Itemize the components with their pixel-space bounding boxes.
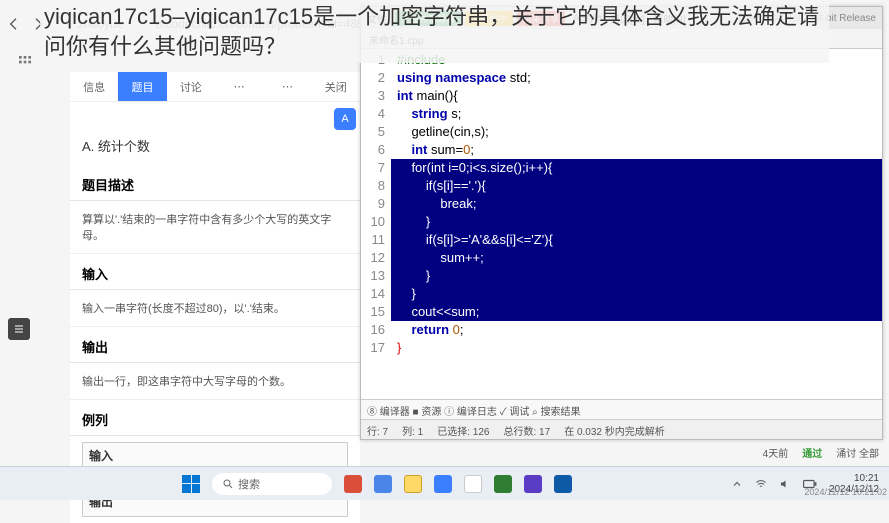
section-output-h: 输出	[70, 327, 360, 363]
section-example-h: 例列	[70, 400, 360, 436]
tray-app-3[interactable]	[464, 475, 482, 493]
overlay-answer-text: yiqican17c15–yiqican17c15是一个加密字符串，关于它的具体…	[40, 0, 829, 63]
apps-icon[interactable]	[17, 54, 33, 70]
tab-discuss[interactable]: 讨论	[167, 72, 215, 101]
back-icon[interactable]	[6, 16, 22, 32]
status-total: 总行数: 17	[504, 423, 551, 436]
tray-app-5[interactable]	[554, 475, 572, 493]
section-input: 输入一串字符(长度不超过80)，以'.'结束。	[70, 290, 360, 327]
tab-more2[interactable]: ⋯	[263, 72, 311, 101]
tab-problem[interactable]: 题目	[118, 72, 166, 101]
taskbar-search-label: 搜索	[238, 476, 260, 492]
tab-info[interactable]: 信息	[70, 72, 118, 101]
tray-edge-icon[interactable]	[434, 475, 452, 493]
section-description: 算算以'.'结束的一串字符中含有多少个大写的英文字母。	[70, 201, 360, 254]
tab-more1[interactable]: ⋯	[215, 72, 263, 101]
status-parse: 在 0.032 秒内完成解析	[564, 423, 665, 436]
tray-app-2[interactable]	[374, 475, 392, 493]
ide-bottom-tabs[interactable]: ⑧ 编译器 ■ 资源 ⓘ 编译日志 ✓ 调试 ⌕ 搜索结果	[361, 399, 882, 419]
status-col: 列: 1	[402, 423, 423, 436]
status-sel: 已选择: 126	[437, 423, 489, 436]
code-area[interactable]: #includeusing namespace std;int main(){ …	[391, 51, 882, 399]
watermark: 2024/12/12 10:21:02	[804, 488, 887, 498]
problem-panel: 信息 题目 讨论 ⋯ ⋯ 关闭 A A. 统计个数 题目描述 算算以'.'结束的…	[70, 72, 360, 523]
chevron-up-icon[interactable]	[731, 478, 743, 490]
taskbar-time: 10:21	[829, 473, 879, 484]
ide-statusbar: 行: 7 列: 1 已选择: 126 总行数: 17 在 0.032 秒内完成解…	[361, 419, 882, 439]
taskbar: 搜索 10:21 2024/12/12	[0, 466, 889, 500]
side-float-icon[interactable]	[8, 318, 30, 340]
tab-close[interactable]: 关闭	[312, 72, 360, 101]
gutter: 1234567891011121314151617	[361, 51, 391, 399]
problem-badge: A	[334, 108, 356, 130]
taskbar-search[interactable]: 搜索	[212, 473, 332, 495]
code-editor[interactable]: 1234567891011121314151617 #includeusing …	[361, 51, 882, 399]
sample-input-h: 输入	[89, 447, 341, 464]
problem-tabs: 信息 题目 讨论 ⋯ ⋯ 关闭	[70, 72, 360, 102]
status-line: 行: 7	[367, 423, 388, 436]
browser-side-icons	[6, 48, 44, 76]
watermark-line: 2024/12/12 10:21:02	[804, 488, 887, 498]
start-button[interactable]	[182, 475, 200, 493]
ide-window: 文件 正在共享屏幕 大屏展中 结束共享 AStyle 窗口[W] 帮助[H] T…	[360, 6, 883, 440]
section-input-h: 输入	[70, 254, 360, 290]
tray-app-1[interactable]	[344, 475, 362, 493]
section-description-h: 题目描述	[70, 165, 360, 201]
submission-result: 通过	[802, 445, 822, 460]
submission-row: 4天前 通过 涌讨 全部	[763, 445, 879, 460]
submission-time: 4天前	[763, 445, 789, 460]
tray-app-4[interactable]	[524, 475, 542, 493]
volume-icon[interactable]	[779, 478, 791, 490]
problem-title: A. 统计个数	[82, 136, 348, 155]
tray-folder-icon[interactable]	[404, 475, 422, 493]
search-icon	[222, 478, 234, 490]
section-output: 输出一行，即这串字符中大写字母的个数。	[70, 363, 360, 400]
submission-more[interactable]: 涌讨 全部	[836, 445, 879, 460]
wifi-icon[interactable]	[755, 478, 767, 490]
tray-wechat-icon[interactable]	[494, 475, 512, 493]
